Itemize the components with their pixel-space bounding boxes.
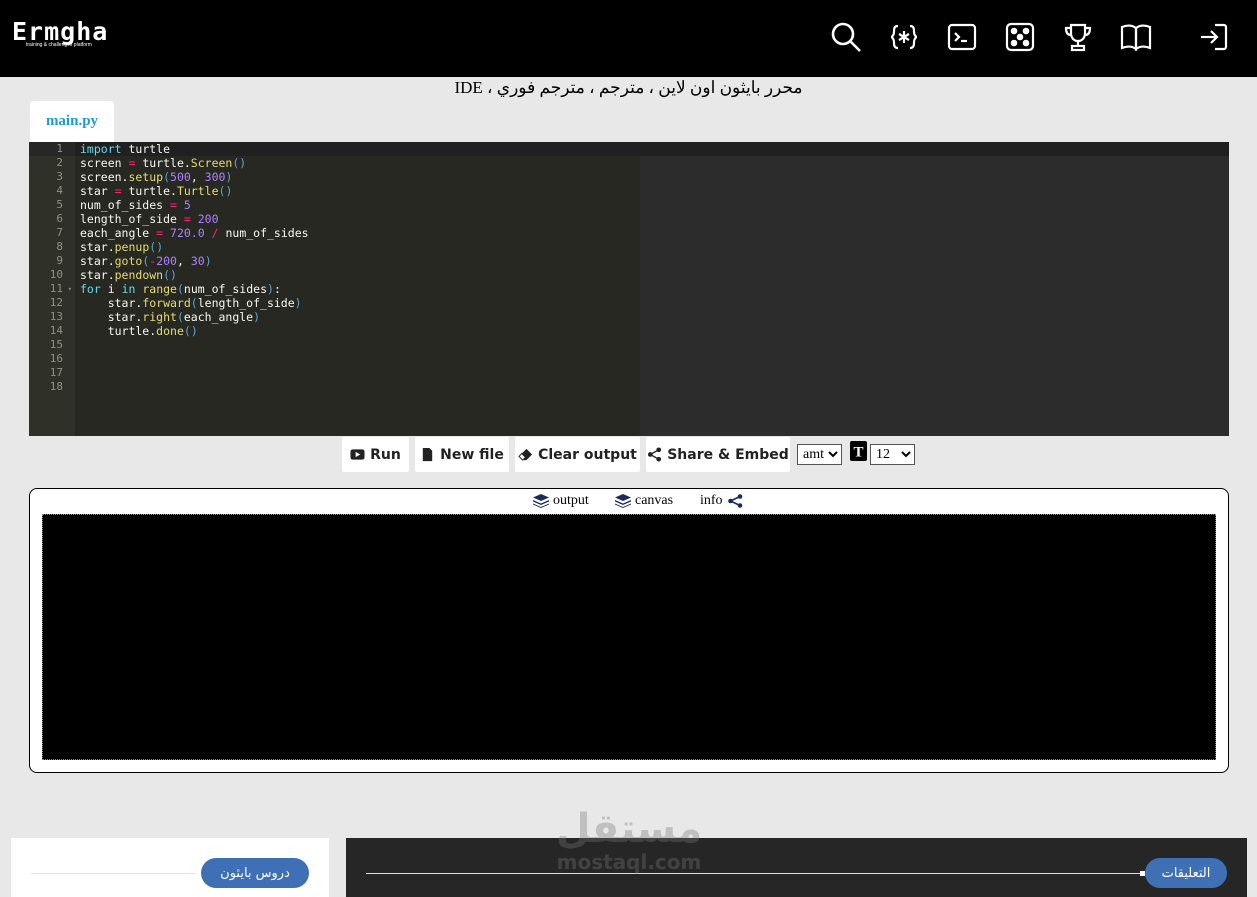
info-tab-label: info bbox=[700, 493, 723, 508]
code-line[interactable]: turtle.done() bbox=[80, 324, 309, 338]
svg-text:T: T bbox=[853, 445, 863, 461]
code-content[interactable]: import turtle screen = turtle.Screen() scr… bbox=[80, 142, 309, 394]
share-embed-button[interactable]: Share & Embed bbox=[646, 437, 790, 472]
mostaql-watermark: مستقل mostaql.com bbox=[552, 806, 706, 878]
line-number: 7 bbox=[56, 226, 63, 239]
code-line[interactable]: screen = turtle.Screen() bbox=[80, 156, 309, 170]
file-icon bbox=[422, 447, 433, 462]
line-number: 1 bbox=[29, 142, 75, 156]
trophy-icon[interactable] bbox=[1061, 20, 1095, 54]
login-icon[interactable] bbox=[1196, 20, 1230, 54]
terminal-icon[interactable] bbox=[945, 20, 979, 54]
run-label: Run bbox=[370, 446, 401, 463]
tab-main-py[interactable]: main.py bbox=[30, 101, 114, 142]
tab-canvas[interactable]: canvas bbox=[615, 492, 673, 510]
line-number: 14 bbox=[49, 324, 63, 337]
site-logo[interactable]: Ermgha training & challenges platform bbox=[12, 17, 132, 50]
canvas-tab-label: canvas bbox=[635, 493, 674, 508]
output-tab-label: output bbox=[553, 493, 589, 508]
code-line[interactable]: screen.setup(500, 300) bbox=[80, 170, 309, 184]
code-line[interactable] bbox=[80, 338, 309, 352]
tab-output[interactable]: output bbox=[533, 492, 589, 510]
tab-info[interactable]: info bbox=[700, 492, 743, 510]
code-line[interactable]: star.pendown() bbox=[80, 268, 309, 282]
clear-output-label: Clear output bbox=[538, 446, 637, 463]
code-braces-icon[interactable] bbox=[887, 20, 921, 54]
font-size-icon: T bbox=[850, 441, 867, 461]
line-number: 15 bbox=[49, 338, 63, 351]
run-button[interactable]: Run bbox=[342, 437, 409, 472]
line-number: 13 bbox=[49, 310, 63, 323]
line-number: 6 bbox=[56, 212, 63, 225]
line-number: 8 bbox=[56, 240, 63, 253]
divider bbox=[31, 873, 195, 874]
line-number: 9 bbox=[56, 254, 63, 267]
code-line[interactable]: for i in range(num_of_sides): bbox=[80, 282, 309, 296]
python-tutorials-button[interactable]: دروس بايثون bbox=[201, 858, 309, 888]
code-line[interactable]: length_of_side = 200 bbox=[80, 212, 309, 226]
code-line[interactable]: num_of_sides = 5 bbox=[80, 198, 309, 212]
play-icon bbox=[350, 449, 365, 460]
code-line[interactable]: star.right(each_angle) bbox=[80, 310, 309, 324]
search-icon[interactable] bbox=[829, 20, 863, 54]
book-icon[interactable] bbox=[1119, 20, 1153, 54]
line-number: 5 bbox=[56, 198, 63, 211]
share-icon bbox=[727, 494, 742, 508]
code-line[interactable]: import turtle bbox=[80, 142, 309, 156]
output-console[interactable] bbox=[42, 514, 1216, 760]
clear-output-button[interactable]: Clear output bbox=[515, 437, 640, 472]
line-number: 17 bbox=[49, 366, 63, 379]
font-size-select[interactable]: 12 bbox=[870, 444, 915, 465]
eraser-icon bbox=[518, 448, 533, 461]
theme-select[interactable]: amt bbox=[797, 444, 842, 465]
logo-text: Ermgha bbox=[12, 17, 109, 46]
top-navbar: Ermgha training & challenges platform bbox=[0, 0, 1257, 77]
line-number: 18 bbox=[49, 380, 63, 393]
divider bbox=[366, 873, 1142, 874]
code-line[interactable] bbox=[80, 380, 309, 394]
fold-arrow-icon[interactable]: ▾ bbox=[68, 282, 72, 296]
layers-icon bbox=[615, 494, 631, 508]
share-embed-label: Share & Embed bbox=[667, 446, 789, 463]
code-editor[interactable]: 1 2 3 4 5 6 7 8 9 10 11 ▾ 12 13 14 15 16 17 18 import turt… bbox=[29, 142, 1229, 436]
comments-button[interactable]: التعليقات bbox=[1145, 858, 1227, 888]
code-line[interactable]: star.forward(length_of_side) bbox=[80, 296, 309, 310]
line-number: 10 bbox=[49, 268, 63, 281]
code-line[interactable]: each_angle = 720.0 / num_of_sides bbox=[80, 226, 309, 240]
code-line[interactable]: star.penup() bbox=[80, 240, 309, 254]
line-number: 2 bbox=[56, 156, 63, 169]
logo-subtitle: training & challenges platform bbox=[26, 42, 92, 48]
code-line[interactable] bbox=[80, 366, 309, 380]
dice-icon[interactable] bbox=[1003, 20, 1037, 54]
new-file-label: New file bbox=[440, 446, 504, 463]
watermark-arabic: مستقل bbox=[555, 806, 703, 852]
line-number: 12 bbox=[49, 296, 63, 309]
new-file-button[interactable]: New file bbox=[415, 437, 509, 472]
line-number: 3 bbox=[56, 170, 63, 183]
line-number: 4 bbox=[56, 184, 63, 197]
comments-section bbox=[346, 838, 1247, 897]
layers-icon bbox=[533, 494, 549, 508]
watermark-latin: mostaql.com bbox=[556, 850, 702, 874]
code-line[interactable] bbox=[80, 352, 309, 366]
line-number-gutter: 1 2 3 4 5 6 7 8 9 10 11 ▾ 12 13 14 15 16 17 18 bbox=[29, 142, 75, 436]
line-number: 16 bbox=[49, 352, 63, 365]
page-title: محرر بايثون اون لاين ، مترجم ، مترجم فور… bbox=[454, 78, 803, 97]
line-number: 11 ▾ bbox=[49, 282, 72, 296]
share-icon bbox=[648, 447, 662, 462]
code-line[interactable]: star = turtle.Turtle() bbox=[80, 184, 309, 198]
editor-right-pane bbox=[640, 142, 1229, 436]
code-line[interactable]: star.goto(-200, 30) bbox=[80, 254, 309, 268]
